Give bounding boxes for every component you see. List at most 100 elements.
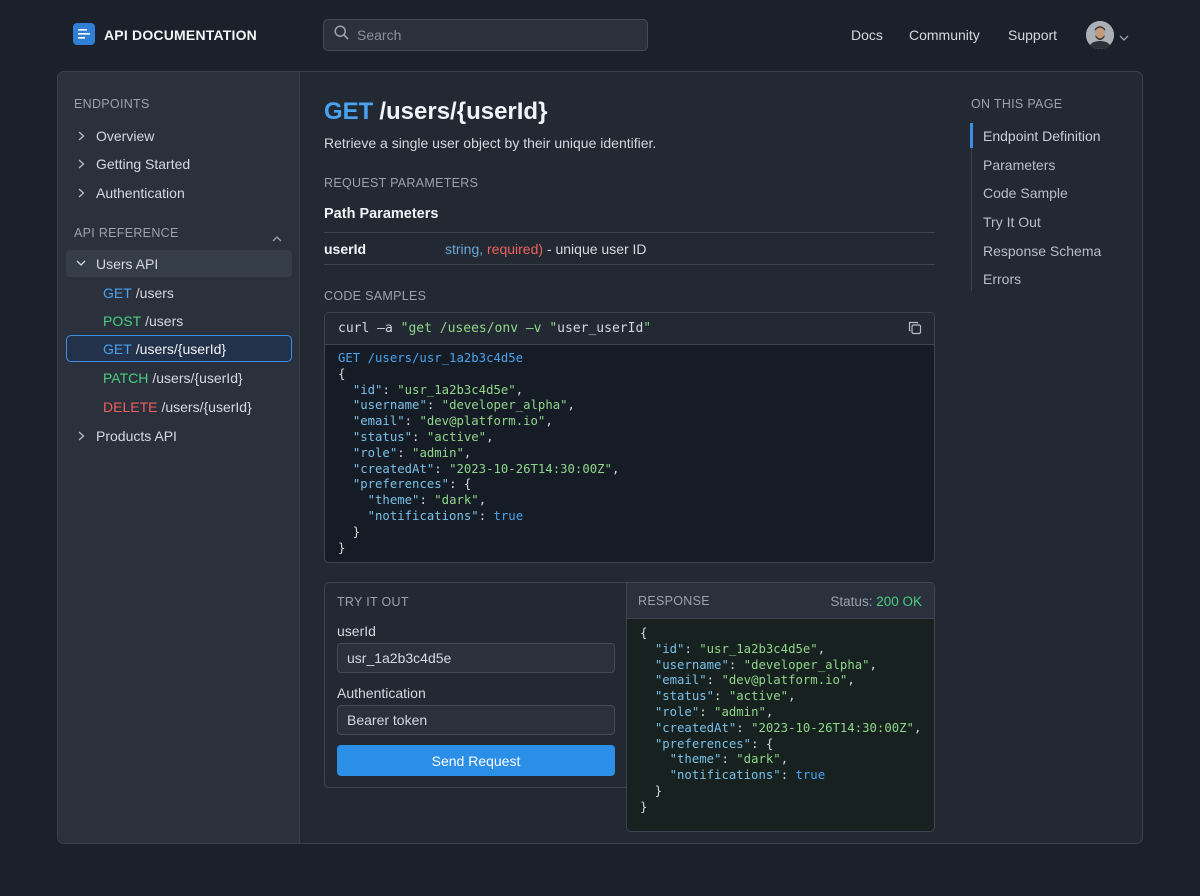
toc-divider	[971, 123, 972, 291]
nav-docs[interactable]: Docs	[851, 27, 883, 43]
curl-command: curl –a "get /usees/onv –v "user_userId"	[338, 321, 652, 336]
json-theme: "dark"	[736, 752, 781, 767]
toc-item-errors[interactable]: Errors	[983, 271, 1021, 287]
response-heading: RESPONSE	[638, 594, 710, 608]
code-sample-body: GET /users/usr_1a2b3c4d5e { "id": "usr_1…	[338, 351, 620, 555]
json-username: "developer_alpha"	[441, 398, 568, 413]
main-content: GET/users/{userId} Retrieve a single use…	[324, 72, 936, 843]
json-theme: "dark"	[434, 493, 479, 508]
toc-item-response-schema[interactable]: Response Schema	[983, 243, 1101, 259]
json-notifications: true	[493, 508, 524, 523]
json-email: "dev@platform.io"	[419, 414, 546, 429]
json-notifications: true	[795, 768, 826, 783]
code-samples-heading: CODE SAMPLES	[324, 289, 427, 303]
chevron-right-icon	[66, 431, 96, 441]
sidebar-item-label: Authentication	[96, 184, 185, 201]
status-badge: Status: 200 OK	[830, 594, 922, 609]
json-username: "developer_alpha"	[743, 657, 870, 672]
title-path: /users/{userId}	[379, 98, 548, 125]
authentication-input[interactable]	[337, 705, 615, 735]
param-required: required)	[487, 240, 544, 257]
toc-active-indicator	[970, 123, 973, 148]
sidebar-item-overview[interactable]: Overview	[66, 122, 292, 149]
sidebar-group-label: Users API	[96, 255, 159, 272]
search-input[interactable]	[357, 27, 637, 43]
send-request-button[interactable]: Send Request	[337, 745, 615, 776]
endpoint-path: /users/{userId}	[152, 369, 243, 386]
main-panel: ENDPOINTS Overview Getting Started Authe…	[57, 71, 1143, 844]
chevron-down-icon	[66, 260, 96, 267]
chevron-right-icon	[66, 188, 96, 198]
toc-item-try-it-out[interactable]: Try It Out	[983, 214, 1041, 230]
json-id: "usr_1a2b3c4d5e"	[397, 382, 516, 397]
userid-label: userId	[337, 623, 376, 639]
code-sample-block: curl –a "get /usees/onv –v "user_userId"…	[324, 312, 935, 563]
search-box[interactable]	[323, 19, 648, 51]
endpoint-path: /users	[135, 284, 174, 301]
app-title: API DOCUMENTATION	[104, 27, 257, 43]
parameter-row: userId string, required) - unique user I…	[324, 232, 935, 265]
endpoint-path: /users/{userId}	[135, 340, 227, 357]
code-sample-header: curl –a "get /usees/onv –v "user_userId"	[325, 313, 934, 345]
method-label: GET	[103, 284, 132, 301]
param-name: userId	[324, 240, 367, 257]
sidebar-group-products-api[interactable]: Products API	[66, 422, 292, 449]
json-email: "dev@platform.io"	[721, 673, 848, 688]
sidebar-endpoint-delete-user[interactable]: DELETE /users/{userId}	[66, 393, 292, 420]
endpoints-section-label: ENDPOINTS	[74, 97, 150, 111]
json-status: "active"	[728, 689, 789, 704]
chevron-right-icon	[66, 131, 96, 141]
request-parameters-heading: REQUEST PARAMETERS	[324, 176, 479, 190]
on-this-page-heading: ON THIS PAGE	[971, 97, 1063, 111]
toc-item-code-sample[interactable]: Code Sample	[983, 185, 1068, 201]
try-it-out-heading: TRY IT OUT	[337, 595, 409, 609]
try-it-out-panel: TRY IT OUT userId Authentication Send Re…	[324, 582, 626, 788]
method-label: PATCH	[103, 369, 149, 386]
param-description: - unique user ID	[546, 240, 647, 257]
sidebar-item-getting-started[interactable]: Getting Started	[66, 150, 292, 177]
json-created-at: "2023-10-26T14:30:00Z"	[751, 720, 914, 735]
response-body: { "id": "usr_1a2b3c4d5e", "username": "d…	[640, 626, 922, 814]
json-id: "usr_1a2b3c4d5e"	[699, 641, 818, 656]
api-reference-section-label: API REFERENCE	[74, 226, 179, 240]
status-value: 200 OK	[876, 594, 922, 609]
json-status: "active"	[426, 429, 487, 444]
sidebar: ENDPOINTS Overview Getting Started Authe…	[58, 72, 300, 843]
top-bar: API DOCUMENTATION Docs Community Support	[0, 0, 1200, 70]
title-method: GET	[324, 98, 374, 125]
userid-input[interactable]	[337, 643, 615, 673]
page-description: Retrieve a single user object by their u…	[324, 135, 657, 151]
search-icon	[334, 25, 349, 45]
endpoint-path: /users	[145, 312, 184, 329]
request-line: GET /users/usr_1a2b3c4d5e	[338, 351, 524, 365]
endpoint-path: /users/{userId}	[161, 398, 252, 415]
json-role: "admin"	[714, 704, 766, 719]
sidebar-item-authentication[interactable]: Authentication	[66, 179, 292, 206]
nav-community[interactable]: Community	[909, 27, 980, 43]
sidebar-item-label: Getting Started	[96, 155, 191, 172]
sidebar-endpoint-patch-user[interactable]: PATCH /users/{userId}	[66, 364, 292, 391]
toc-item-parameters[interactable]: Parameters	[983, 157, 1055, 173]
response-header: RESPONSE Status: 200 OK	[627, 583, 934, 619]
param-type: string,	[445, 240, 484, 257]
chevron-up-icon[interactable]	[272, 229, 282, 247]
method-label: DELETE	[103, 398, 158, 415]
copy-icon[interactable]	[908, 321, 922, 339]
avatar[interactable]	[1086, 21, 1114, 49]
sidebar-group-users-api[interactable]: Users API	[66, 250, 292, 277]
sidebar-group-label: Products API	[96, 427, 177, 444]
sidebar-item-label: Overview	[96, 127, 155, 144]
sidebar-endpoint-post-users[interactable]: POST /users	[66, 307, 292, 334]
sidebar-endpoint-get-users[interactable]: GET /users	[66, 279, 292, 306]
toc-item-endpoint-definition[interactable]: Endpoint Definition	[983, 128, 1101, 144]
on-this-page-nav: ON THIS PAGE Endpoint Definition Paramet…	[970, 72, 1140, 843]
nav-support[interactable]: Support	[1008, 27, 1057, 43]
menu-doc-icon[interactable]	[73, 23, 95, 45]
chevron-down-icon[interactable]	[1119, 29, 1129, 47]
authentication-label: Authentication	[337, 685, 426, 701]
status-label: Status:	[830, 594, 873, 609]
sidebar-endpoint-get-user-by-id[interactable]: GET /users/{userId}	[66, 335, 292, 362]
json-role: "admin"	[412, 445, 464, 460]
path-parameters-heading: Path Parameters	[324, 206, 439, 222]
page-title: GET/users/{userId}	[324, 98, 547, 126]
